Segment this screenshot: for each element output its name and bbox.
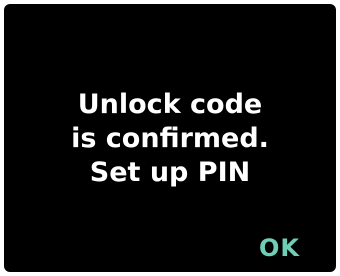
- message-line-1: Unlock code: [77, 89, 263, 120]
- message-line-2: is confirmed.: [71, 123, 269, 154]
- ok-button[interactable]: OK: [259, 236, 300, 260]
- message-line-3: Set up PIN: [89, 157, 251, 188]
- confirmation-message: Unlock code is confirmed. Set up PIN: [4, 88, 336, 190]
- device-screen: Unlock code is confirmed. Set up PIN OK: [4, 4, 336, 272]
